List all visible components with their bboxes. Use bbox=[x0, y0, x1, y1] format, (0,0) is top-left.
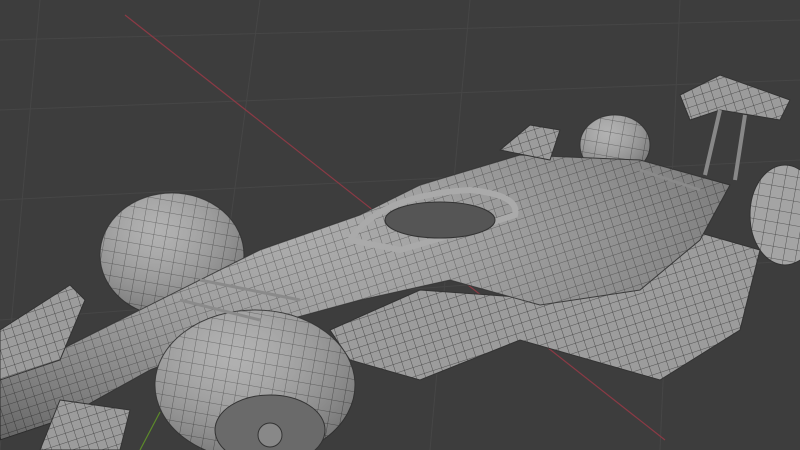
cockpit-opening bbox=[384, 201, 496, 239]
airbox bbox=[498, 124, 561, 161]
3d-viewport[interactable] bbox=[0, 0, 800, 450]
y-axis-line bbox=[139, 411, 161, 450]
rear-wing bbox=[679, 74, 791, 121]
f1-car-mesh[interactable] bbox=[0, 74, 800, 450]
viewport-canvas[interactable] bbox=[0, 0, 800, 450]
